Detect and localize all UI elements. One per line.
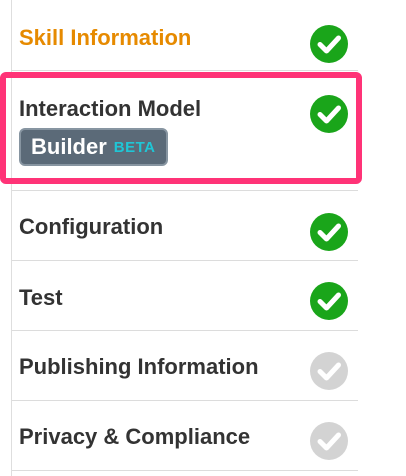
nav-item-publishing-information[interactable]: Publishing Information [12,331,358,401]
builder-beta-badge[interactable]: Builder BETA [19,128,168,166]
nav-item-interaction-model[interactable]: Interaction Model Builder BETA [12,71,358,191]
nav-item-label: Privacy & Compliance [19,424,251,449]
nav-item-skill-information[interactable]: Skill Information [12,0,358,71]
builder-badge-label: Builder [31,134,107,159]
check-incomplete-icon [309,421,349,461]
skill-step-nav: Skill Information Interaction Model Buil… [11,0,358,476]
check-incomplete-icon [309,351,349,391]
check-complete-icon [309,212,349,252]
nav-item-label: Skill Information [19,25,192,50]
nav-item-test[interactable]: Test [12,261,358,331]
nav-item-label: Interaction Model [19,96,202,121]
nav-item-label: Test [19,285,63,310]
nav-item-configuration[interactable]: Configuration [12,191,358,261]
nav-item-label: Publishing Information [19,354,259,379]
check-complete-icon [309,281,349,321]
beta-tag: BETA [113,138,156,156]
check-complete-icon [309,94,349,134]
nav-item-label: Configuration [19,214,164,239]
check-complete-icon [309,24,349,64]
nav-item-privacy-compliance[interactable]: Privacy & Compliance [12,401,358,471]
